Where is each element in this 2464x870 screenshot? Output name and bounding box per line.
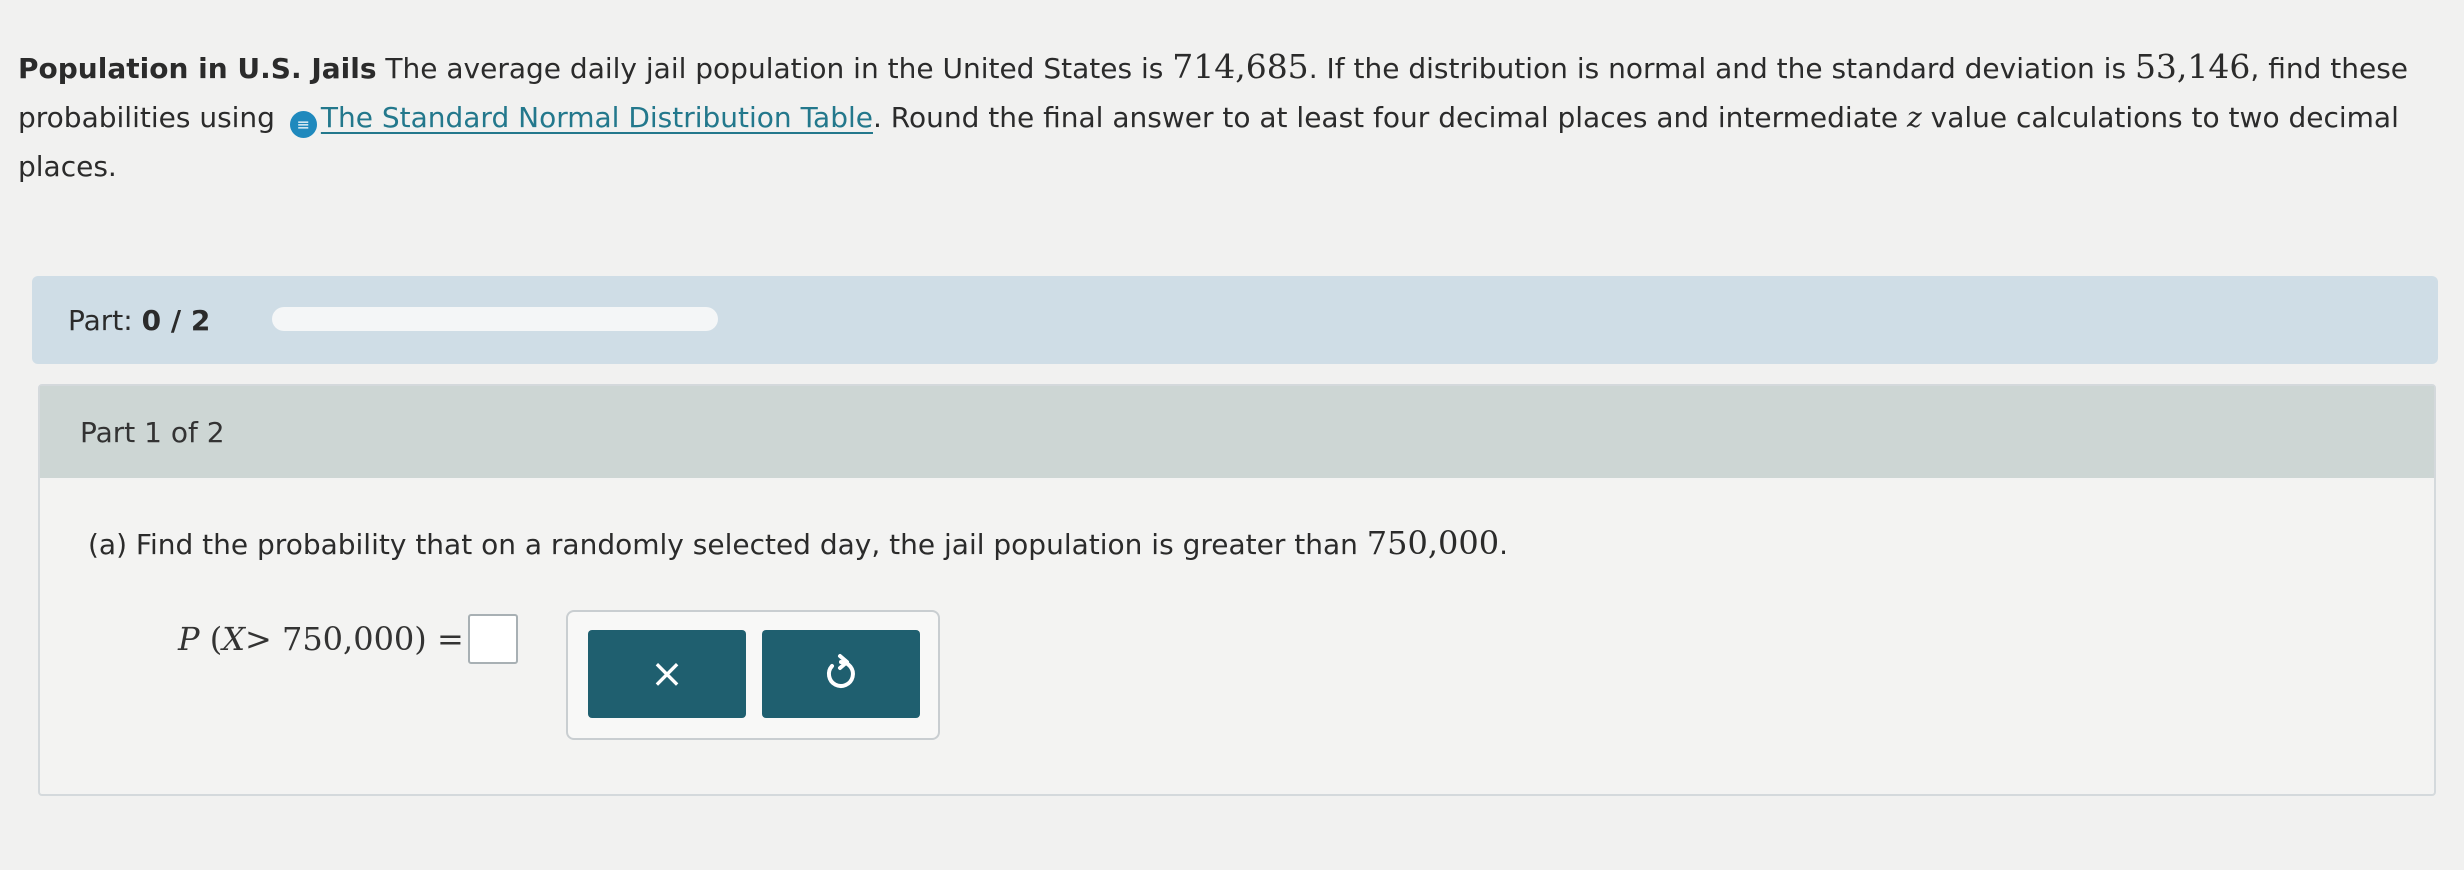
undo-icon	[826, 654, 855, 688]
equation-relation: > 750,000	[244, 620, 415, 658]
problem-text-1: The average daily jail population in the…	[376, 52, 1173, 85]
part-panel: Part 1 of 2 (a) Find the probability tha…	[38, 384, 2436, 796]
problem-text-4: . Round the final answer to at least fou…	[872, 101, 1907, 134]
equation-p: P	[178, 620, 200, 658]
standard-deviation: 53,146	[2134, 47, 2251, 86]
problem-text-2: . If the distribution is normal and the …	[1308, 52, 2135, 85]
part-progress-bar: Part: 0 / 2	[32, 276, 2438, 364]
undo-button[interactable]	[762, 630, 920, 718]
problem-title: Population in U.S. Jails	[18, 52, 377, 85]
answer-tools: ×	[566, 610, 940, 740]
answer-input[interactable]	[467, 614, 518, 664]
question-a: (a) Find the probability that on a rando…	[88, 524, 1509, 562]
part-progress-count: 0 / 2	[141, 304, 211, 337]
standard-normal-table-link[interactable]: The Standard Normal Distribution Table	[321, 101, 873, 134]
probability-equation: P (X> 750,000) =	[178, 614, 518, 664]
population-mean: 714,685	[1172, 47, 1309, 86]
clear-button[interactable]: ×	[588, 630, 746, 718]
part-header-label: Part 1 of 2	[80, 416, 225, 449]
part-progress-label: Part: 0 / 2	[68, 304, 211, 337]
link-icon[interactable]: ≡	[289, 111, 317, 138]
z-symbol: z	[1906, 101, 1922, 134]
question-threshold: 750,000	[1366, 524, 1500, 562]
equation-variable: X	[222, 620, 245, 658]
question-text: (a) Find the probability that on a rando…	[88, 528, 1367, 561]
part-header: Part 1 of 2	[40, 386, 2434, 478]
problem-statement: Population in U.S. Jails The average dai…	[18, 42, 2428, 191]
progress-track	[272, 307, 718, 331]
